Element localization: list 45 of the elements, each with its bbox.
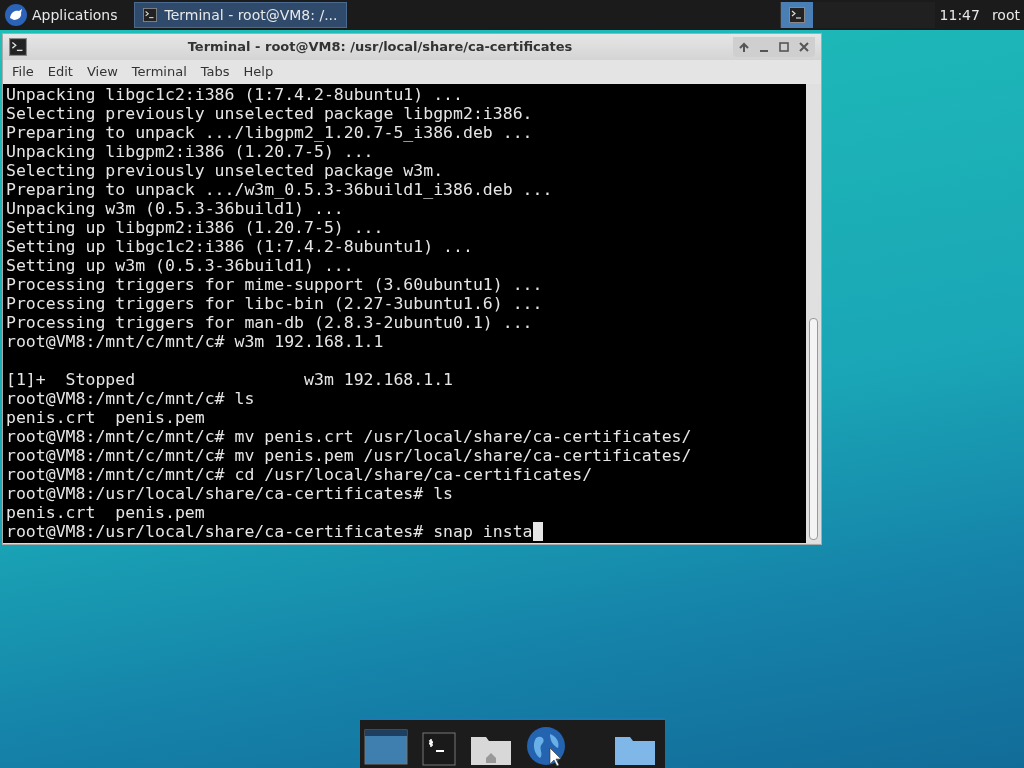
terminal-line: Selecting previously unselected package libgpm2:i386. — [6, 104, 533, 123]
menu-item[interactable]: Terminal — [125, 62, 193, 82]
clock[interactable]: 11:47 — [939, 4, 980, 26]
terminal-line: root@VM8:/mnt/c/mnt/c# mv penis.crt /usr/local/share/ca-certificates/ — [6, 427, 692, 446]
terminal-line: penis.crt penis.pem — [6, 503, 205, 522]
menu-item[interactable]: Edit — [41, 62, 79, 82]
terminal-line: Unpacking libgc1c2:i386 (1:7.4.2-8ubuntu1) ... — [6, 85, 463, 104]
applications-menu[interactable]: Applications — [0, 0, 122, 30]
menu-item[interactable]: Help — [237, 62, 280, 82]
terminal-line: root@VM8:/mnt/c/mnt/c# cd /usr/local/share/ca-certificates/ — [6, 465, 593, 484]
terminal-line: Setting up libgc1c2:i386 (1:7.4.2-8ubuntu1) ... — [6, 237, 473, 256]
terminal-line: root@VM8:/mnt/c/mnt/c# ls — [6, 389, 255, 408]
taskbar-button[interactable]: Terminal - root@VM8: /... — [133, 2, 347, 28]
close-icon[interactable] — [797, 40, 811, 54]
terminal-line: Unpacking w3m (0.5.3-36build1) ... — [6, 199, 344, 218]
terminal-line: root@VM8:/usr/local/share/ca-certificates# snap insta — [6, 522, 533, 541]
terminal-line: root@VM8:/mnt/c/mnt/c# mv penis.pem /usr/local/share/ca-certificates/ — [6, 446, 692, 465]
terminal-line: Unpacking libgpm2:i386 (1.20.7-5) ... — [6, 142, 374, 161]
window-title: Terminal - root@VM8: /usr/local/share/ca-certificates — [186, 38, 574, 57]
user-name[interactable]: root — [991, 4, 1020, 26]
terminal-line: root@VM8:/mnt/c/mnt/c# w3m 192.168.1.1 — [6, 332, 384, 351]
terminal-line: Setting up libgpm2:i386 (1.20.7-5) ... — [6, 218, 384, 237]
menu-item[interactable]: Tabs — [194, 62, 236, 82]
terminal-icon — [9, 38, 27, 56]
menu-item[interactable]: File — [6, 62, 40, 82]
globe-icon[interactable] — [526, 726, 566, 766]
terminal-line: Processing triggers for libc-bin (2.27-3ubuntu1.6) ... — [6, 294, 543, 313]
menu-item[interactable]: View — [80, 62, 124, 82]
terminal-line: Preparing to unpack .../libgpm2_1.20.7-5_i386.deb ... — [6, 123, 533, 142]
terminal-icon — [788, 7, 805, 23]
terminal-line: penis.crt penis.pem — [6, 408, 205, 427]
terminal-line: Preparing to unpack .../w3m_0.5.3-36build1_i386.deb ... — [6, 180, 553, 199]
stick-icon[interactable] — [737, 40, 751, 54]
terminal-line: Processing triggers for mime-support (3.60ubuntu1) ... — [6, 275, 543, 294]
workspace-switcher[interactable] — [779, 2, 935, 28]
terminal-icon — [142, 8, 157, 22]
terminal-icon[interactable] — [422, 732, 456, 766]
terminal-line: Processing triggers for man-db (2.8.3-2ubuntu0.1) ... — [6, 313, 533, 332]
window-icon[interactable] — [364, 728, 408, 766]
terminal-line: Setting up w3m (0.5.3-36build1) ... — [6, 256, 354, 275]
terminal-line: [1]+ Stopped w3m 192.168.1.1 — [6, 370, 454, 389]
terminal-line: Selecting previously unselected package w3m. — [6, 161, 444, 180]
maximize-icon[interactable] — [777, 40, 791, 54]
scrollbar[interactable] — [806, 84, 821, 543]
terminal-line: root@VM8:/usr/local/share/ca-certificates# ls — [6, 484, 454, 503]
